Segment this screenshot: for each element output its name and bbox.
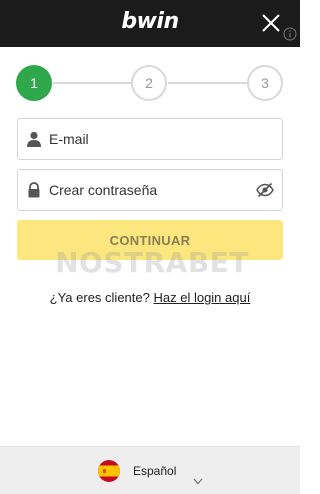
app-header: bwin — [0, 0, 300, 47]
step-2: 2 — [131, 65, 167, 101]
continue-button[interactable]: CONTINUAR — [17, 220, 283, 260]
progress-stepper: 1 2 3 — [0, 47, 300, 119]
email-field-container — [17, 118, 283, 160]
step-1: 1 — [16, 65, 52, 101]
close-icon[interactable] — [259, 11, 283, 35]
step-connector — [53, 82, 132, 84]
language-selector[interactable]: Español — [96, 459, 208, 485]
spain-flag-icon — [98, 460, 120, 482]
chevron-down-icon — [193, 472, 203, 485]
eye-slash-icon[interactable] — [256, 182, 274, 198]
user-icon — [26, 131, 42, 147]
step-connector — [168, 82, 247, 84]
email-input[interactable] — [49, 119, 249, 159]
login-prompt-text: ¿Ya eres cliente? — [49, 290, 150, 305]
password-input[interactable] — [49, 170, 249, 210]
login-prompt-line: ¿Ya eres cliente? Haz el login aquí — [0, 290, 300, 305]
info-icon[interactable] — [283, 27, 297, 41]
password-field-container — [17, 169, 283, 211]
footer-bar: Español — [0, 446, 300, 494]
login-link[interactable]: Haz el login aquí — [153, 290, 250, 305]
bwin-logo: bwin — [121, 9, 179, 34]
language-label: Español — [133, 464, 177, 478]
step-3: 3 — [247, 65, 283, 101]
lock-icon — [26, 182, 42, 198]
